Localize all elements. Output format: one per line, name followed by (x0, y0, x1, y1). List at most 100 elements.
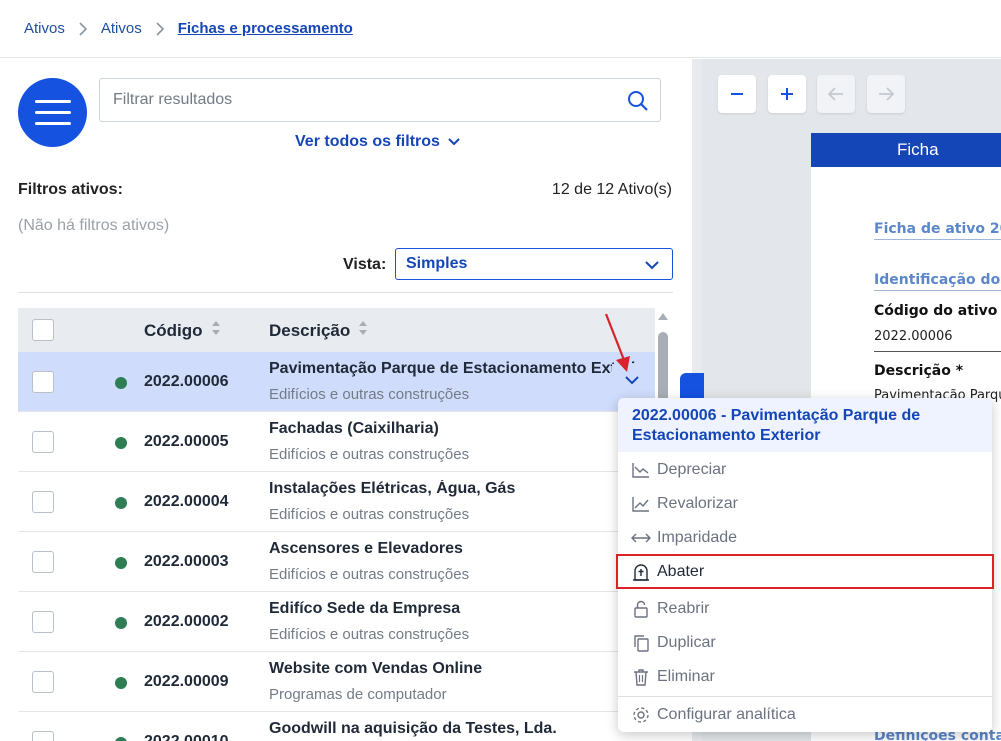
row-checkbox[interactable] (32, 431, 54, 453)
next-button[interactable] (867, 75, 905, 113)
row-description: Edifíco Sede da Empresa (269, 600, 461, 617)
divider (874, 351, 1001, 352)
view-select[interactable]: Simples (395, 248, 673, 280)
row-code: 2022.00010 (144, 733, 229, 741)
row-category: Edifícios e outras construções (269, 446, 470, 463)
arrow-left-icon (827, 87, 843, 101)
context-menu-title: 2022.00006 - Pavimentação Parque de Esta… (618, 398, 992, 452)
section-identification: Identificação do ativo (874, 272, 1001, 291)
row-code: 2022.00009 (144, 673, 229, 690)
breadcrumb-item-ativos[interactable]: Ativos (24, 20, 65, 37)
menu-item-label: Configurar analítica (657, 705, 796, 723)
row-checkbox[interactable] (32, 551, 54, 573)
row-checkbox[interactable] (32, 731, 54, 741)
row-description: Instalações Elétricas, Água, Gás (269, 480, 516, 497)
previous-button[interactable] (817, 75, 855, 113)
menu-item-eliminar[interactable]: Eliminar (618, 660, 992, 693)
table-row[interactable]: 2022.00006 Pavimentação Parque de Estaci… (18, 352, 655, 412)
status-dot (115, 437, 127, 449)
breadcrumb: Ativos Ativos Fichas e processamento (0, 0, 1001, 58)
table-row[interactable]: 2022.00003 Ascensores e Elevadores Edifí… (18, 532, 655, 592)
chart-up-icon (631, 494, 651, 514)
row-description: Pavimentação Parque de Estacionamento Ex… (269, 360, 639, 377)
menu-item-label: Eliminar (657, 667, 715, 685)
row-description: Goodwill na aquisição da Testes, Lda. (269, 720, 557, 737)
menu-item-label: Duplicar (657, 633, 716, 651)
assets-table: Código Descrição 2022.00006 Pavimentação… (18, 308, 655, 741)
breadcrumb-item-ativos-2[interactable]: Ativos (101, 20, 142, 37)
menu-item-depreciar[interactable]: Depreciar (618, 453, 992, 486)
annotation-arrow-icon (604, 313, 630, 372)
column-header-description[interactable]: Descrição (269, 320, 368, 341)
chevron-right-icon (142, 21, 178, 36)
results-count: 12 de 12 Ativo(s) (551, 181, 672, 198)
status-dot (115, 617, 127, 629)
highlight-box (616, 554, 994, 589)
row-checkbox[interactable] (32, 491, 54, 513)
description-label: Descrição * (874, 363, 964, 379)
lock-open-icon (631, 599, 651, 619)
chart-down-icon (631, 460, 651, 480)
plus-icon (781, 88, 793, 100)
search-icon[interactable] (627, 90, 649, 117)
table-row[interactable]: 2022.00005 Fachadas (Caixilharia) Edifíc… (18, 412, 655, 472)
status-dot (115, 737, 127, 741)
row-code: 2022.00005 (144, 433, 229, 450)
menu-item-revalorizar[interactable]: Revalorizar (618, 487, 992, 520)
column-header-code[interactable]: Código (144, 320, 221, 341)
see-all-filters-button[interactable]: Ver todos os filtros (295, 133, 460, 151)
search-input[interactable] (100, 79, 660, 121)
double-arrow-icon (631, 528, 651, 548)
menu-item-imparidade[interactable]: Imparidade (618, 521, 992, 554)
menu-item-label: Depreciar (657, 460, 727, 478)
row-code: 2022.00004 (144, 493, 229, 510)
scroll-up-icon[interactable] (657, 311, 669, 323)
row-code: 2022.00006 (144, 373, 229, 390)
no-active-filters-text: (Não há filtros ativos) (18, 217, 170, 234)
asset-code-label: Código do ativo (874, 303, 998, 319)
zoom-in-button[interactable] (768, 75, 806, 113)
sort-icon (211, 320, 221, 341)
menu-item-reabrir[interactable]: Reabrir (618, 592, 992, 625)
asset-list-panel: Ver todos os filtros Filtros ativos: 12 … (0, 59, 692, 741)
table-row[interactable]: 2022.00009 Website com Vendas Online Pro… (18, 652, 655, 712)
search-field (99, 78, 661, 122)
table-header: Código Descrição (18, 308, 655, 352)
divider (18, 292, 673, 293)
active-filters-label: Filtros ativos: (18, 181, 123, 198)
row-category: Edifícios e outras construções (269, 506, 470, 523)
gear-icon (631, 705, 651, 725)
sort-icon (358, 320, 368, 341)
copy-icon (631, 633, 651, 653)
zoom-out-button[interactable] (718, 75, 756, 113)
menu-item-label: Reabrir (657, 599, 710, 617)
table-row[interactable]: 2022.00002 Edifíco Sede da Empresa Edifí… (18, 592, 655, 652)
breadcrumb-item-current[interactable]: Fichas e processamento (178, 20, 353, 37)
status-dot (115, 377, 127, 389)
row-category: Edifícios e outras construções (269, 386, 470, 403)
menu-item-configurar-analitica[interactable]: Configurar analítica (618, 698, 992, 731)
row-description: Website com Vendas Online (269, 660, 483, 677)
row-code: 2022.00002 (144, 613, 229, 630)
chevron-right-icon (65, 21, 101, 36)
sheet-heading: Ficha de ativo 2022.00006 (874, 221, 1001, 240)
divider (618, 696, 992, 697)
row-checkbox[interactable] (32, 611, 54, 633)
select-all-checkbox[interactable] (32, 319, 54, 341)
scrollbar-thumb[interactable] (658, 332, 668, 404)
menu-button[interactable] (18, 78, 87, 147)
table-row[interactable]: 2022.00004 Instalações Elétricas, Água, … (18, 472, 655, 532)
row-description: Ascensores e Elevadores (269, 540, 463, 557)
row-category: Edifícios e outras construções (269, 626, 470, 643)
arrow-right-icon (879, 87, 895, 101)
see-all-filters-label: Ver todos os filtros (295, 133, 440, 150)
row-checkbox[interactable] (32, 371, 54, 393)
tab-ficha[interactable]: Ficha (811, 133, 1001, 167)
status-dot (115, 677, 127, 689)
row-checkbox[interactable] (32, 671, 54, 693)
table-row[interactable]: 2022.00010 Goodwill na aquisição da Test… (18, 712, 655, 741)
chevron-down-icon (645, 257, 659, 275)
menu-item-duplicar[interactable]: Duplicar (618, 626, 992, 659)
menu-item-label: Revalorizar (657, 494, 738, 512)
trash-icon (631, 667, 651, 687)
